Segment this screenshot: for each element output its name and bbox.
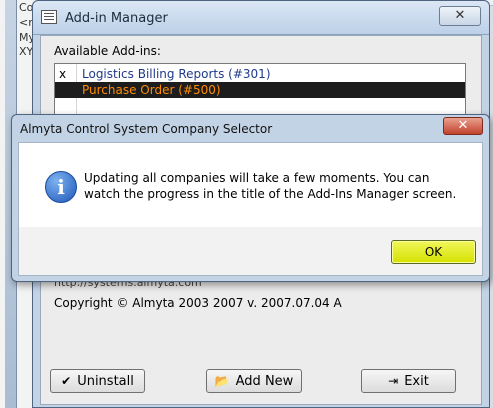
add-new-button[interactable]: 📂 Add New — [206, 369, 302, 393]
exit-door-icon: ⇥ — [388, 374, 399, 388]
window-title: Add-in Manager — [65, 11, 168, 26]
exit-label: Exit — [404, 374, 429, 389]
list-item[interactable]: x Logistics Billing Reports (#301) — [55, 66, 465, 82]
addin-name: Logistics Billing Reports (#301) — [82, 67, 271, 81]
list-item-selected[interactable]: Purchase Order (#500) — [55, 82, 465, 98]
company-selector-dialog: Almyta Control System Company Selector ✕… — [11, 114, 490, 282]
uninstall-button[interactable]: ✔ Uninstall — [50, 369, 145, 393]
folder-icon: 📂 — [214, 374, 230, 388]
copyright-text: Copyright © Almyta 2003 2007 v. 2007.07.… — [54, 296, 342, 310]
info-icon: i — [45, 171, 77, 203]
message-area: i Updating all companies will take a few… — [19, 143, 482, 227]
form-icon — [41, 10, 57, 24]
dialog-client: i Updating all companies will take a few… — [18, 142, 483, 276]
close-button[interactable]: ✕ — [439, 6, 481, 26]
installed-marker: x — [59, 67, 67, 81]
dialog-close-button[interactable]: ✕ — [443, 117, 483, 135]
dialog-message: Updating all companies will take a few m… — [84, 171, 457, 201]
available-addins-label: Available Add-ins: — [54, 44, 161, 58]
ok-button[interactable]: OK — [391, 240, 476, 264]
uninstall-label: Uninstall — [77, 374, 134, 389]
dialog-titlebar[interactable]: Almyta Control System Company Selector ✕ — [12, 115, 489, 142]
add-new-label: Add New — [235, 374, 294, 389]
check-icon: ✔ — [61, 374, 72, 388]
addin-name: Purchase Order (#500) — [82, 83, 221, 97]
dialog-title: Almyta Control System Company Selector — [20, 122, 273, 136]
exit-button[interactable]: ⇥ Exit — [361, 369, 456, 393]
addin-manager-titlebar[interactable]: Add-in Manager ✕ — [33, 1, 489, 35]
